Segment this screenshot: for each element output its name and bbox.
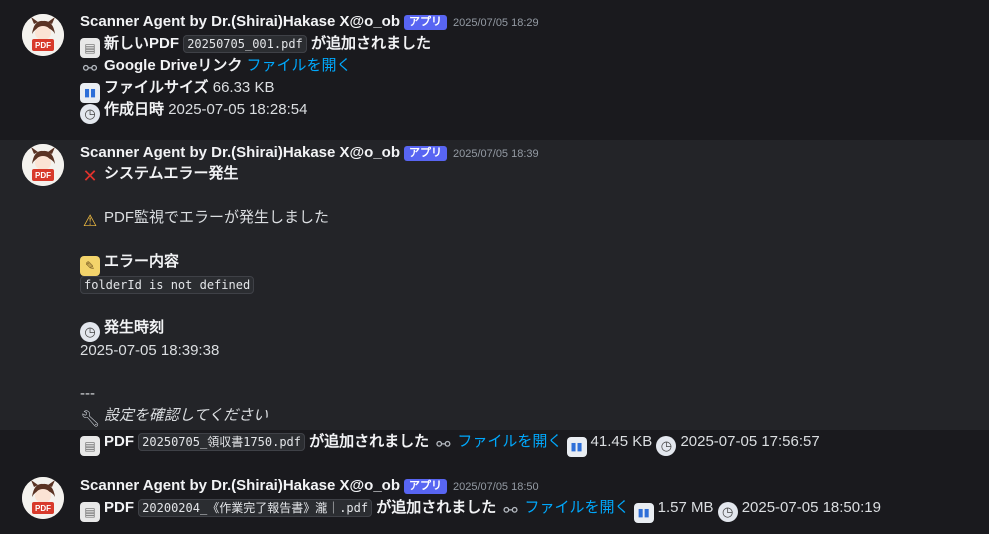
avatar[interactable]: PDF [22,144,64,186]
avatar-image: PDF [22,144,64,186]
memo-icon: ✎ [80,256,100,276]
message-1: PDF Scanner Agent by Dr.(Shirai)Hakase X… [0,0,989,140]
msg-text: PDF [104,499,134,516]
app-badge: アプリ [404,479,447,494]
clock-icon: ◷ [80,322,100,342]
clock-icon: ◷ [717,502,738,522]
error-label: エラー内容 [104,253,180,270]
separator-text: --- [80,385,95,402]
created-value: 2025-07-05 17:56:57 [680,433,820,450]
created-label: 作成日時 [104,101,165,118]
error-code: folderId is not defined [80,276,255,294]
filename-code: 20200204_《作業完了報告書》瀧｜.pdf [138,499,373,517]
document-icon: ▤ [80,502,100,522]
timestamp[interactable]: 2025/07/05 18:39 [453,148,539,160]
avatar[interactable]: PDF [22,477,64,519]
link-icon: ⚯ [503,501,518,520]
link-icon: ⚯ [436,435,451,454]
error-title: システムエラー発生 [104,165,239,182]
username[interactable]: Scanner Agent by Dr.(Shirai)Hakase X@o_o… [80,13,400,30]
app-badge: アプリ [404,146,447,161]
avatar-image: PDF [22,477,64,519]
msg-text: が追加されました [310,35,431,52]
occurred-label: 発生時刻 [104,319,165,336]
cross-mark-icon: ✕ [82,166,98,186]
warning-icon: ⚠ [82,213,98,230]
open-file-link[interactable]: ファイルを開く [457,433,562,450]
document-icon: ▤ [80,436,100,456]
svg-text:PDF: PDF [35,171,51,180]
created-value: 2025-07-05 18:50:19 [741,499,881,516]
occurred-value: 2025-07-05 18:39:38 [80,342,220,359]
msg-text: 新しいPDF [104,35,180,52]
bar-chart-icon: ▮▮ [566,437,587,457]
filesize-value: 1.57 MB [657,499,714,516]
msg-text: PDF [104,433,134,450]
created-value: 2025-07-05 18:28:54 [168,101,308,118]
open-file-link[interactable]: ファイルを開く [524,499,629,516]
app-badge: アプリ [404,15,447,30]
message-4: PDF Scanner Agent by Dr.(Shirai)Hakase X… [0,470,989,534]
svg-text:PDF: PDF [35,504,51,513]
timestamp[interactable]: 2025/07/05 18:29 [453,17,539,29]
svg-text:PDF: PDF [35,41,51,50]
message-3: ▤ PDF 20250705_領収書1750.pdf が追加されました ⚯ ファイル… [0,430,989,470]
filesize-value: 66.33 KB [212,79,275,96]
username[interactable]: Scanner Agent by Dr.(Shirai)Hakase X@o_o… [80,144,400,161]
filesize-value: 41.45 KB [590,433,653,450]
username[interactable]: Scanner Agent by Dr.(Shirai)Hakase X@o_o… [80,477,400,494]
hint-text: 設定を確認してください [104,407,269,424]
message-2: PDF Scanner Agent by Dr.(Shirai)Hakase X… [0,140,989,430]
msg-text: が追加されました [376,499,497,516]
wrench-icon: 🔧︎ [80,411,101,428]
warning-text: PDF監視でエラーが発生しました [104,209,330,226]
drive-link-label: Google Driveリンク [104,57,243,74]
msg-text: が追加されました [309,433,430,450]
clock-icon: ◷ [656,436,677,456]
timestamp[interactable]: 2025/07/05 18:50 [453,481,539,493]
open-file-link[interactable]: ファイルを開く [247,57,352,74]
avatar[interactable]: PDF [22,14,64,56]
link-icon: ⚯ [82,59,98,78]
filename-code: 20250705_領収書1750.pdf [138,433,305,451]
avatar-image: PDF [22,14,64,56]
filename-code: 20250705_001.pdf [183,35,307,53]
filesize-label: ファイルサイズ [104,79,209,96]
clock-icon: ◷ [80,104,100,124]
bar-chart-icon: ▮▮ [633,503,654,523]
